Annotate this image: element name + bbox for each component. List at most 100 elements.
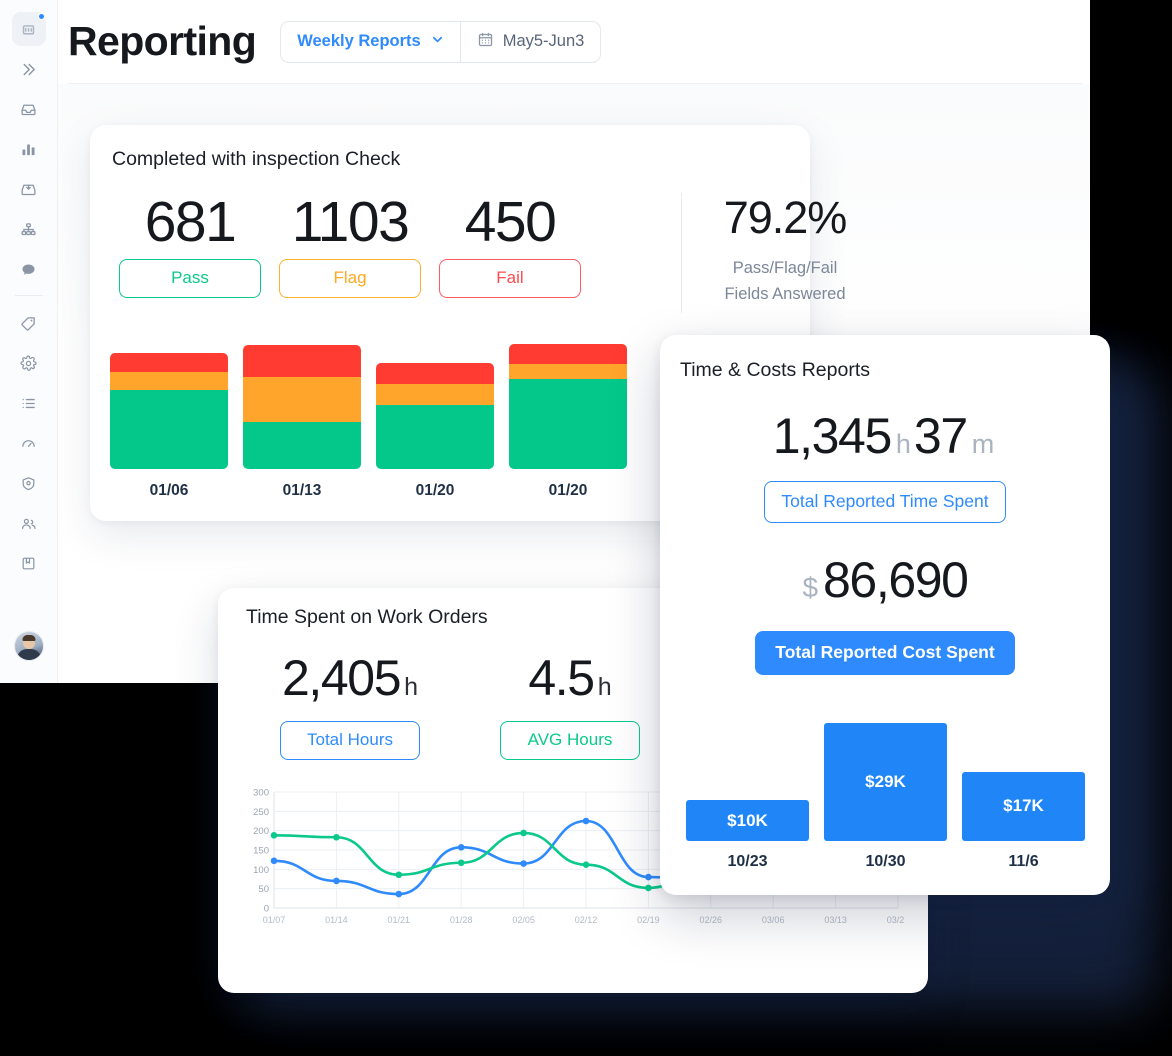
user-avatar[interactable] (14, 631, 44, 661)
line-data-point[interactable] (520, 829, 527, 837)
total-time-minutes-unit: m (971, 429, 995, 459)
cost-bar-label: 10/30 (865, 853, 906, 870)
line-data-point[interactable] (645, 873, 652, 881)
total-time-hours: 1,345 (772, 408, 893, 464)
date-range-label: May5-Jun3 (502, 32, 585, 50)
line-data-point[interactable] (582, 861, 590, 868)
location-pin-icon[interactable] (12, 466, 46, 500)
line-data-point[interactable] (457, 859, 465, 867)
list-icon[interactable] (12, 386, 46, 420)
date-range-picker[interactable]: May5-Jun3 (461, 22, 601, 62)
stacked-bar-segment-flag (376, 384, 494, 406)
line-data-point[interactable] (333, 833, 340, 841)
kpi-pass-label[interactable]: Pass (119, 259, 261, 298)
avatar-hair (22, 635, 36, 641)
chevron-down-icon (430, 32, 445, 52)
stacked-bar-column[interactable]: 01/13 (243, 345, 361, 500)
stacked-bar-label: 01/06 (149, 482, 189, 499)
stacked-bar-label: 01/13 (282, 482, 322, 499)
kpi-fail-label[interactable]: Fail (439, 259, 581, 298)
kpi-flag-label[interactable]: Flag (279, 259, 421, 298)
fields-answered-label-line1: Pass/Flag/Fail (732, 259, 838, 277)
stacked-bar-column[interactable]: 01/20 (376, 362, 494, 500)
cost-bar[interactable]: $17K (962, 771, 1085, 841)
line-data-point[interactable] (270, 832, 278, 839)
line-data-point[interactable] (520, 860, 527, 867)
gauge-icon[interactable] (12, 426, 46, 460)
total-reported-cost-button[interactable]: Total Reported Cost Spent (755, 631, 1015, 675)
stacked-bar[interactable] (110, 352, 228, 469)
cost-bar-column[interactable]: $29K 10/30 (824, 723, 947, 871)
app-logo-icon[interactable] (11, 12, 46, 46)
cost-bar-column[interactable]: $10K 10/23 (686, 800, 809, 871)
line-data-point[interactable] (457, 843, 465, 851)
total-cost-number: 86,690 (823, 552, 969, 608)
stacked-bar-segment-flag (110, 371, 228, 391)
line-data-point[interactable] (395, 890, 403, 898)
total-time-hours-unit: h (895, 429, 911, 459)
kpi-avg-hours-label[interactable]: AVG Hours (500, 721, 640, 760)
fields-answered-percent: 79.2% (723, 192, 848, 243)
line-series-total-hours (272, 819, 713, 896)
archive-download-icon[interactable] (12, 172, 46, 206)
fields-answered-block: 79.2% Pass/Flag/Fail Fields Answered (690, 187, 880, 307)
kpi-pass-value: 681 (144, 190, 237, 254)
line-chart-y-tick: 200 (253, 826, 269, 837)
kpi-total-hours-label[interactable]: Total Hours (280, 721, 420, 760)
book-icon[interactable] (12, 546, 46, 580)
line-chart-x-tick: 01/21 (388, 915, 411, 925)
line-chart-x-tick: 03/13 (824, 915, 847, 925)
line-chart-y-tick: 150 (253, 846, 269, 857)
stacked-bar-segment-pass (376, 405, 494, 469)
card-title: Completed with inspection Check (112, 148, 401, 170)
line-data-point[interactable] (582, 817, 590, 825)
cost-bar[interactable]: $29K (824, 723, 947, 841)
bar-chart-icon[interactable] (12, 132, 46, 166)
line-data-point[interactable] (395, 871, 403, 879)
page-header: Reporting Weekly Reports May5-Jun3 (58, 0, 1090, 83)
currency-symbol: $ (802, 572, 819, 603)
total-cost-value: $86,690 (660, 547, 1110, 621)
stacked-bar-column[interactable]: 01/06 (110, 352, 228, 500)
report-type-dropdown[interactable]: Weekly Reports (281, 21, 461, 62)
tag-icon[interactable] (12, 306, 46, 340)
gear-icon[interactable] (12, 346, 46, 380)
line-chart-x-tick: 01/07 (263, 915, 286, 925)
total-time-block: 1,345 h37 m Total Reported Time Spent (660, 403, 1110, 523)
line-data-point[interactable] (333, 877, 340, 885)
line-data-point[interactable] (645, 884, 652, 892)
kpi-fail: 450 Fail (430, 185, 590, 298)
stacked-bar-segment-fail (376, 362, 494, 384)
users-icon[interactable] (12, 506, 46, 540)
kpi-avg-hours-unit: h (597, 673, 612, 701)
stacked-bar-segment-fail (509, 344, 627, 364)
fields-answered-label-line2: Fields Answered (724, 285, 846, 303)
stacked-bar-segment-flag (243, 376, 361, 422)
chevron-double-right-icon[interactable] (12, 52, 46, 86)
stacked-bar-column[interactable]: 01/20 (509, 344, 627, 500)
line-chart-x-tick: 02/19 (637, 915, 660, 925)
kpi-flag: 1103 Flag (270, 185, 430, 298)
line-chart-x-tick: 01/14 (325, 915, 348, 925)
stacked-bar[interactable] (376, 362, 494, 469)
cost-bar-label: 11/6 (1008, 853, 1039, 870)
stacked-bar-label: 01/20 (548, 482, 588, 499)
line-data-point[interactable] (270, 857, 278, 865)
line-chart-x-tick: 02/26 (700, 915, 723, 925)
stacked-bar-segment-pass (243, 421, 361, 469)
hierarchy-icon[interactable] (12, 212, 46, 246)
stacked-bar[interactable] (509, 344, 627, 469)
total-reported-time-button[interactable]: Total Reported Time Spent (764, 481, 1006, 523)
line-chart-x-tick: 02/05 (512, 915, 535, 925)
line-chart-x-tick: 01/28 (450, 915, 473, 925)
cost-bar[interactable]: $10K (686, 800, 809, 841)
sidebar (0, 0, 58, 683)
chat-bubble-icon[interactable] (12, 252, 46, 286)
stacked-bar[interactable] (243, 345, 361, 469)
stacked-bar-segment-pass (509, 379, 627, 469)
inbox-icon[interactable] (12, 92, 46, 126)
cost-bar-column[interactable]: $17K 11/6 (962, 771, 1085, 871)
fields-answered-label: Pass/Flag/Fail Fields Answered (690, 255, 880, 307)
kpi-pass: 681 Pass (110, 185, 270, 298)
cost-bar-chart: $10K 10/23 $29K 10/30 $17K 11/6 (686, 701, 1086, 871)
